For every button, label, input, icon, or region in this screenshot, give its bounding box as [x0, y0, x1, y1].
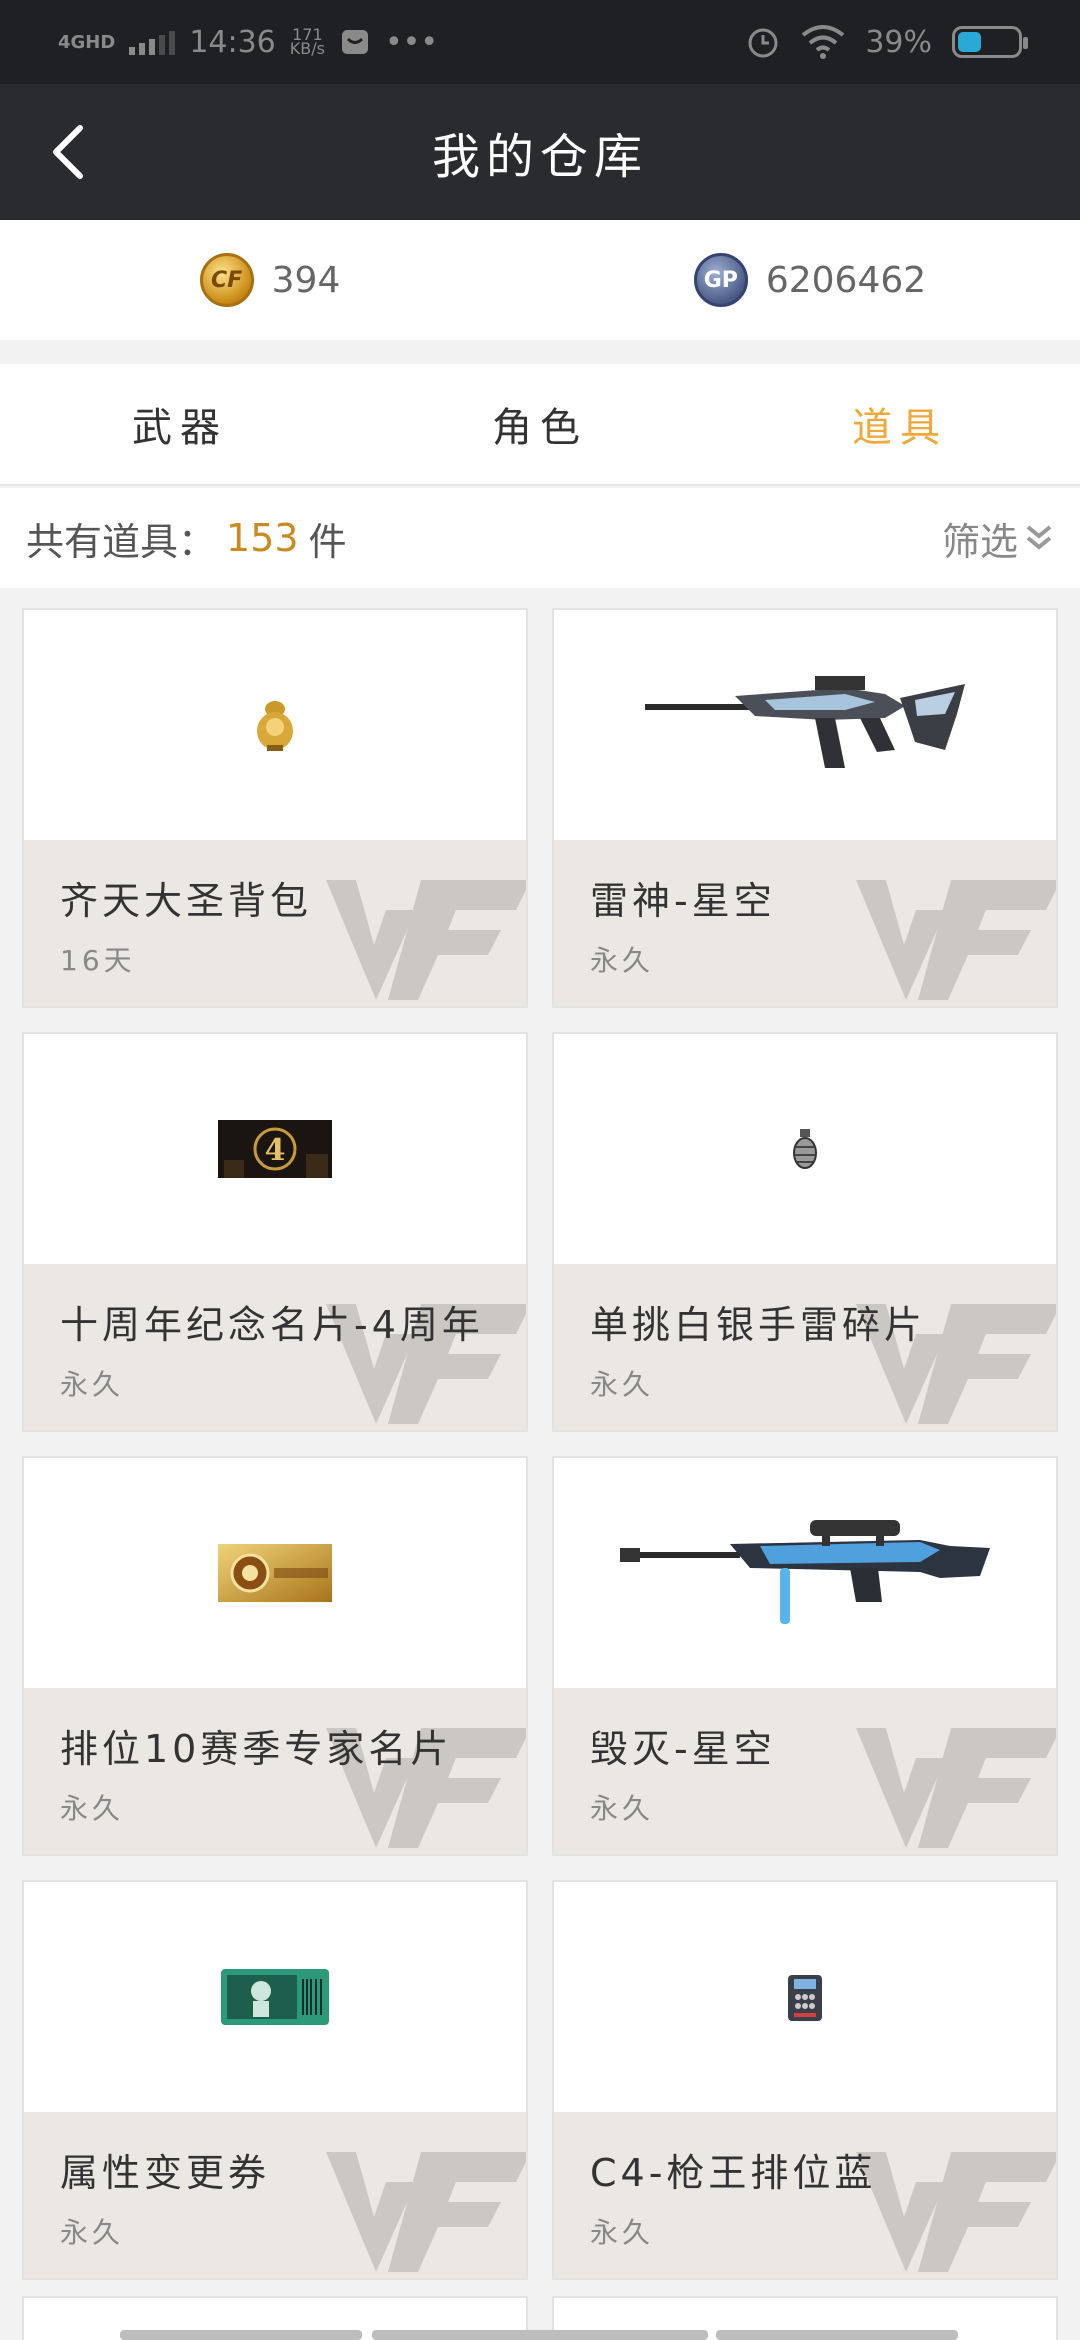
item-duration: 永久 [590, 1792, 655, 1825]
item-duration: 16天 [60, 944, 136, 977]
gp-coin-icon: GP [693, 253, 748, 307]
gp-balance: GP 6206462 [540, 220, 1080, 340]
item-name: 属性变更券 [60, 2151, 271, 2195]
svg-text:4: 4 [265, 1133, 286, 1168]
filter-button[interactable]: 筛选 [942, 511, 1054, 566]
item-duration: 永久 [590, 2216, 655, 2249]
backpack-icon [257, 701, 293, 751]
item-name: 雷神-星空 [590, 879, 776, 923]
clock: 14:36 [189, 24, 276, 60]
app-header: 我的仓库 [0, 84, 1080, 220]
item-name: 齐天大圣背包 [60, 879, 313, 923]
item-image [554, 610, 1056, 840]
item-image [554, 1034, 1056, 1264]
item-card[interactable]: 齐天大圣背包 16天 [22, 608, 528, 1008]
tab-items[interactable]: 道具 [720, 364, 1080, 484]
battery-percent: 39% [865, 24, 932, 60]
signal-icon [129, 29, 176, 55]
item-count: 153 [226, 516, 299, 560]
cf-balance: CF 394 [0, 220, 540, 340]
gp-amount: 6206462 [765, 259, 927, 301]
item-image: 4 [24, 1034, 526, 1264]
item-duration: 永久 [60, 2216, 125, 2249]
item-card[interactable]: C4-枪王排位蓝 永久 [552, 1880, 1058, 2280]
sniper-icon [620, 1520, 990, 1624]
item-duration: 永久 [60, 1792, 125, 1825]
cf-coin-icon: CF [199, 253, 254, 307]
filter-label: 筛选 [941, 519, 1018, 564]
scroll-indicator [372, 2330, 708, 2340]
alarm-icon [748, 28, 778, 58]
item-image [24, 1882, 526, 2112]
item-duration: 永久 [60, 1368, 125, 1401]
item-card[interactable]: 单挑白银手雷碎片 永久 [552, 1032, 1058, 1432]
item-name: 十周年纪念名片-4周年 [60, 1303, 484, 1347]
season-card-icon [218, 1544, 332, 1602]
net-speed: 171 KB/s [289, 25, 325, 58]
item-card[interactable]: 毁灭-星空 永久 [552, 1456, 1058, 1856]
item-count-row: 共有道具： 153 件 筛选 [0, 488, 1080, 588]
cf-amount: 394 [271, 259, 341, 301]
item-image [24, 1458, 526, 1688]
currency-bar: CF 394 GP 6206462 [0, 220, 1080, 340]
back-arrow-icon [53, 125, 83, 179]
message-icon [341, 30, 368, 54]
c4-icon [788, 1975, 822, 2021]
item-image [554, 1458, 1056, 1688]
item-name: 毁灭-星空 [590, 1727, 776, 1771]
card-4-icon: 4 [218, 1120, 332, 1178]
category-tabs: 武器 角色 道具 [0, 364, 1080, 486]
network-label: 4GHD [58, 31, 116, 53]
page-title: 我的仓库 [431, 129, 648, 185]
back-button[interactable] [38, 122, 98, 182]
item-grid: 齐天大圣背包 16天 雷神-星空 永久 4 十周年纪念名片-4周年 永久 单挑白… [22, 608, 1058, 2280]
double-chevron-down-icon [1026, 525, 1052, 550]
item-card[interactable]: 4 十周年纪念名片-4周年 永久 [22, 1032, 528, 1432]
item-duration: 永久 [590, 944, 655, 977]
item-name: 单挑白银手雷碎片 [590, 1303, 927, 1347]
more-dots: ••• [384, 24, 439, 60]
item-card[interactable]: 属性变更券 永久 [22, 1880, 528, 2280]
item-image [24, 610, 526, 840]
ticket-icon [221, 1969, 329, 2025]
status-bar: 4GHD 14:36 171 KB/s ••• 39% [0, 0, 1080, 84]
tab-weapons[interactable]: 武器 [0, 364, 360, 484]
grenade-icon [793, 1129, 817, 1169]
count-suffix: 件 [308, 519, 347, 564]
item-duration: 永久 [590, 1368, 655, 1401]
item-name: C4-枪王排位蓝 [590, 2151, 877, 2195]
item-image [554, 1882, 1056, 2112]
battery-icon [952, 26, 1028, 58]
item-name: 排位10赛季专家名片 [60, 1727, 453, 1771]
item-card[interactable]: 排位10赛季专家名片 永久 [22, 1456, 528, 1856]
rifle-icon [645, 676, 965, 768]
tab-characters[interactable]: 角色 [360, 364, 720, 484]
wifi-icon [802, 25, 845, 59]
count-prefix: 共有道具： [26, 519, 217, 564]
scroll-indicator [120, 2330, 362, 2340]
item-card[interactable]: 雷神-星空 永久 [552, 608, 1058, 1008]
scroll-indicator [716, 2330, 958, 2340]
